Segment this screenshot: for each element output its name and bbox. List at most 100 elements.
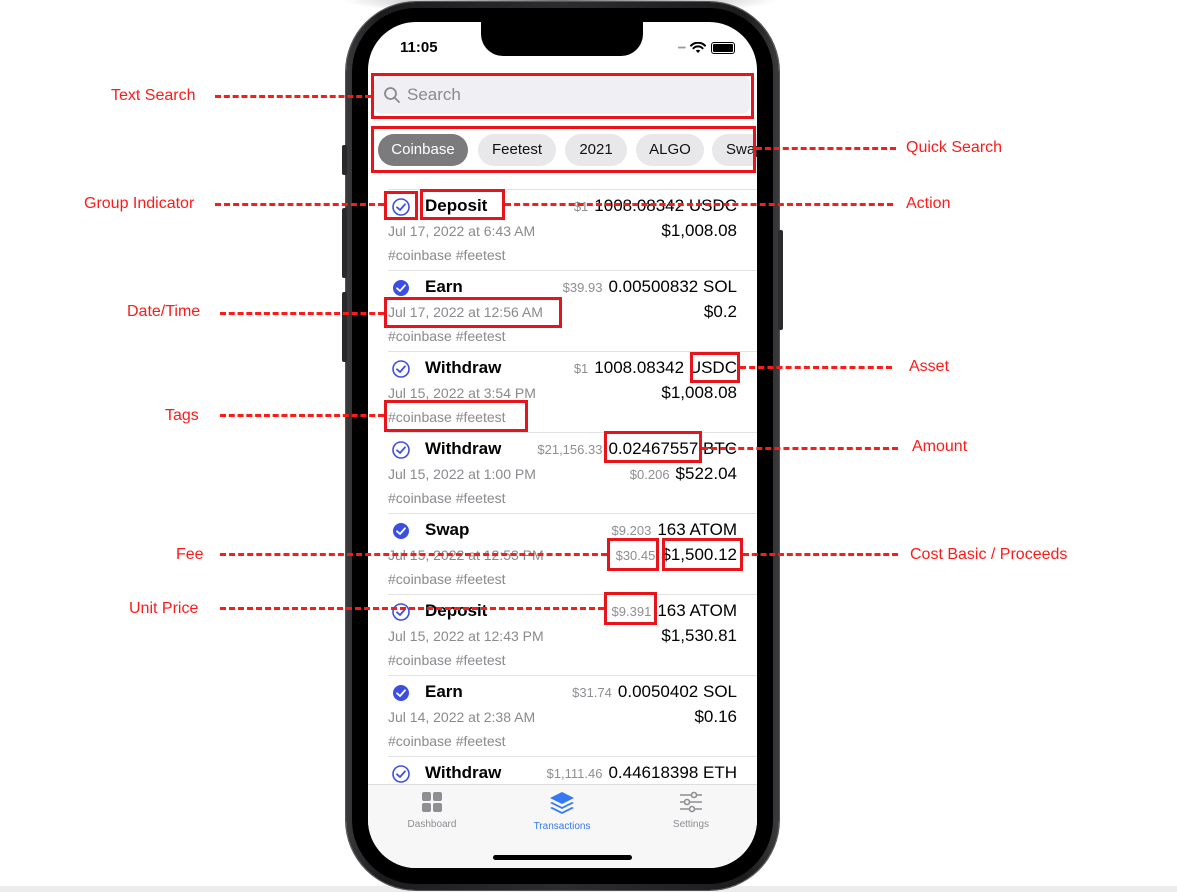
highlight-amount: [604, 431, 702, 463]
side-button-volume-up: [342, 208, 347, 278]
callout-amount: Amount: [912, 438, 968, 455]
check-filled-icon: [393, 523, 409, 539]
transaction-date: Jul 15, 2022 at 12:43 PM: [388, 628, 544, 644]
highlight-date-time: [384, 297, 562, 328]
transaction-unit-price: $31.74: [572, 685, 612, 700]
callout-cost-basis: Cost Basic / Proceeds: [910, 546, 1068, 563]
callout-date-time: Date/Time: [127, 303, 201, 320]
leader-text-search: [215, 95, 371, 98]
transaction-date: Jul 17, 2022 at 6:43 AM: [388, 223, 536, 239]
transaction-row[interactable]: Earn $31.74 0.0050402 SOL Jul 14, 2022 at 2…: [368, 676, 757, 757]
transaction-action: Swap: [425, 520, 470, 539]
highlight-quick-search: [371, 126, 756, 173]
side-button-silent: [342, 145, 347, 175]
leader-tags: [220, 414, 384, 417]
check-filled-icon: [393, 685, 409, 701]
transaction-value-group: $1,530.81: [661, 626, 737, 646]
transaction-value-group: $1,008.08: [661, 383, 737, 403]
status-icons: •••••: [678, 42, 735, 54]
layers-stack-icon: [550, 792, 574, 814]
check-outline-icon: [392, 765, 410, 783]
highlight-cost-basis: [662, 538, 743, 571]
transaction-amount: 0.00500832 SOL: [608, 277, 737, 296]
callout-action: Action: [906, 195, 951, 212]
transaction-unit-price: $1: [573, 361, 589, 376]
tab-dashboard-label: Dashboard: [407, 819, 457, 830]
transaction-cost-basis: $1,530.81: [661, 626, 737, 645]
transaction-action: Withdraw: [425, 358, 502, 377]
highlight-text-search: [371, 73, 754, 119]
transaction-action: Earn: [425, 682, 463, 701]
leader-unit-price: [220, 607, 604, 610]
transaction-cost-basis: $1,008.08: [661, 383, 737, 402]
leader-cost-basis: [743, 553, 898, 556]
transaction-cost-basis: $1,008.08: [661, 221, 737, 240]
transaction-amount: 0.0050402 SOL: [617, 682, 737, 701]
tab-transactions[interactable]: Transactions: [512, 791, 612, 832]
highlight-unit-price: [604, 592, 657, 625]
leader-action: [505, 203, 893, 206]
transaction-action: Withdraw: [425, 763, 502, 782]
transaction-value-group: $0.206 $522.04: [630, 464, 737, 484]
transaction-action: Earn: [425, 277, 463, 296]
transaction-amount-group: $31.74 0.0050402 SOL: [572, 682, 737, 702]
tab-settings[interactable]: Settings: [641, 791, 741, 830]
check-outline-icon: [392, 360, 410, 378]
transaction-unit-price: $39.93: [562, 280, 603, 295]
transaction-unit-price: $1: [573, 199, 589, 214]
status-time: 11:05: [400, 39, 438, 56]
transaction-tags: #coinbase #feetest: [388, 247, 506, 263]
transaction-cost-basis: $0.2: [703, 302, 737, 321]
transaction-unit-price: $21,156.33: [537, 442, 603, 457]
transaction-tags: #coinbase #feetest: [388, 733, 506, 749]
dashboard-grid-icon: [422, 792, 442, 812]
callout-group-indicator: Group Indicator: [84, 195, 195, 212]
leader-asset: [740, 366, 892, 369]
transaction-tags: #coinbase #feetest: [388, 490, 506, 506]
transaction-tags: #coinbase #feetest: [388, 571, 506, 587]
leader-fee: [220, 553, 607, 556]
leader-group-indicator: [215, 203, 384, 206]
transaction-value-group: $1,008.08: [661, 221, 737, 241]
highlight-tags: [384, 400, 528, 432]
transaction-amount: 0.44618398 ETH: [608, 763, 737, 782]
callout-unit-price: Unit Price: [129, 600, 199, 617]
check-outline-icon: [392, 441, 410, 459]
tab-dashboard[interactable]: Dashboard: [382, 791, 482, 830]
transaction-amount-group: $39.93 0.00500832 SOL: [563, 277, 737, 297]
check-filled-icon: [393, 280, 409, 296]
home-indicator: [493, 855, 632, 860]
callout-fee: Fee: [176, 546, 204, 563]
tab-transactions-label: Transactions: [533, 821, 591, 832]
notch: [481, 22, 643, 56]
leader-quick-search: [756, 147, 896, 150]
transaction-action: Deposit: [425, 601, 488, 620]
transaction-unit-price: $1,111.46: [546, 766, 603, 781]
leader-date-time: [220, 312, 384, 315]
callout-quick-search: Quick Search: [906, 139, 1003, 156]
wifi-icon: [690, 42, 706, 53]
transaction-action: Withdraw: [425, 439, 502, 458]
sliders-icon: [680, 791, 702, 813]
battery-icon: [711, 42, 735, 54]
highlight-asset: [690, 352, 740, 383]
signal-icon: •••••: [677, 44, 686, 52]
tab-bar: Dashboard Transactions Settings: [368, 784, 757, 868]
check-outline-icon: [392, 603, 410, 621]
transaction-amount-group: $1,111.46 0.44618398 ETH: [547, 763, 737, 783]
transaction-cost-basis: $0.16: [694, 707, 737, 726]
transaction-tags: #coinbase #feetest: [388, 328, 506, 344]
transaction-amount-group: $1 1008.08342 USDC: [574, 196, 737, 216]
callout-asset: Asset: [909, 358, 950, 375]
transaction-unit-price: $9.203: [611, 523, 652, 538]
side-button-power: [778, 230, 783, 330]
transaction-value-group: $0.2: [704, 302, 737, 322]
transaction-cost-basis: $522.04: [675, 464, 737, 483]
highlight-group-indicator: [384, 191, 418, 220]
highlight-action: [420, 189, 505, 220]
transaction-date: Jul 15, 2022 at 1:00 PM: [388, 466, 536, 482]
transaction-date: Jul 14, 2022 at 2:38 AM: [388, 709, 536, 725]
leader-amount: [702, 447, 898, 450]
transaction-value-group: $0.16: [694, 707, 737, 727]
callout-tags: Tags: [165, 407, 199, 424]
